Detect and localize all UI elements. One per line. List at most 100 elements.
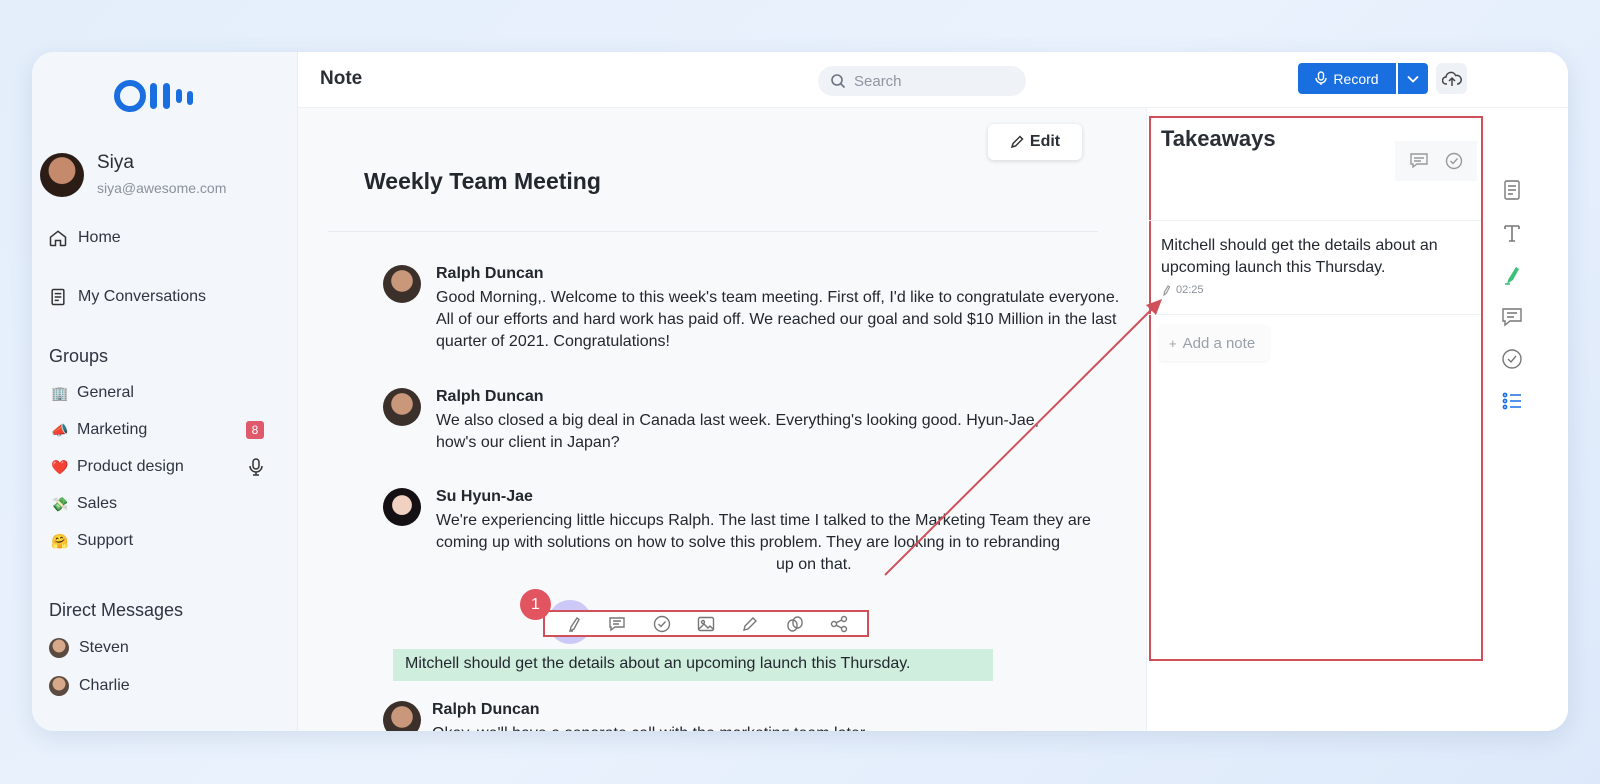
highlight-button[interactable] <box>562 613 584 635</box>
check-circle-icon <box>653 615 670 632</box>
group-label: Support <box>77 532 134 549</box>
top-header: Note Record <box>298 52 1568 108</box>
group-marketing[interactable]: 📣 Marketing 8 <box>49 421 264 439</box>
note-content: Edit Weekly Team Meeting Ralph Duncan Go… <box>298 108 1146 731</box>
divider <box>1149 314 1481 315</box>
mic-icon <box>1315 71 1328 85</box>
groups-title: Groups <box>49 346 109 366</box>
message-text: We're experiencing little hiccups Ralph.… <box>436 510 1106 576</box>
mic-icon <box>249 458 263 476</box>
search-bar[interactable] <box>818 66 1026 96</box>
annotation-frame <box>1149 116 1483 661</box>
money-icon: 💸 <box>51 495 69 512</box>
sidebar: Siya siya@awesome.com Home My Conversati… <box>32 52 298 731</box>
action-item-button[interactable] <box>651 613 673 635</box>
pencil-icon <box>743 616 758 631</box>
share-button[interactable] <box>828 613 850 635</box>
speaker-name: Su Hyun-Jae <box>436 488 533 505</box>
group-label: Sales <box>77 495 118 512</box>
add-note-button[interactable]: + Add a note <box>1159 325 1269 361</box>
user-avatar[interactable] <box>40 153 84 197</box>
speaker-name: Ralph Duncan <box>436 388 544 405</box>
takeaway-actions <box>1395 141 1477 181</box>
dm-charlie[interactable]: Charlie <box>49 676 264 696</box>
nav-home[interactable]: Home <box>48 228 121 248</box>
speaker-name: Ralph Duncan <box>432 701 540 718</box>
message-text-body: We're experiencing little hiccups Ralph.… <box>436 512 1091 551</box>
record-label: Record <box>1333 70 1379 87</box>
search-icon <box>831 74 846 89</box>
text-icon <box>1504 225 1520 242</box>
message-text: Good Morning,. Welcome to this week's te… <box>436 289 1120 350</box>
home-icon <box>49 230 67 247</box>
search-input[interactable] <box>854 72 1004 90</box>
group-label: Marketing <box>77 421 148 438</box>
rail-action-items-button[interactable] <box>1500 347 1524 371</box>
copy-button[interactable] <box>784 613 806 635</box>
group-sales[interactable]: 💸 Sales <box>49 495 264 513</box>
record-button[interactable]: Record <box>1298 63 1396 94</box>
app-window: Siya siya@awesome.com Home My Conversati… <box>32 52 1568 731</box>
group-support[interactable]: 🤗 Support <box>49 532 264 550</box>
comment-icon[interactable] <box>1409 152 1429 170</box>
rail-text-button[interactable] <box>1500 221 1524 245</box>
share-icon <box>830 615 848 632</box>
nav-my-conversations[interactable]: My Conversations <box>48 287 206 307</box>
comment-button[interactable] <box>606 613 628 635</box>
dm-label: Steven <box>79 639 129 656</box>
nav-home-label: Home <box>78 229 121 246</box>
speaker-avatar <box>383 265 421 303</box>
group-label: Product design <box>77 458 184 475</box>
chevron-down-icon <box>1407 75 1419 83</box>
add-note-label: Add a note <box>1182 334 1256 352</box>
group-product-design[interactable]: ❤️ Product design <box>49 458 264 476</box>
highlighter-icon <box>569 616 581 632</box>
list-icon <box>1502 392 1521 410</box>
group-general[interactable]: 🏢 General <box>49 384 264 402</box>
edit-text-button[interactable] <box>739 613 761 635</box>
direct-messages-title: Direct Messages <box>49 600 184 620</box>
right-toolbar <box>1486 108 1568 731</box>
timestamp-text: 02:25 <box>1176 284 1204 296</box>
highlighted-text[interactable]: Mitchell should get the details about an… <box>393 649 993 681</box>
highlighter-icon <box>1505 267 1519 285</box>
cloud-upload-icon <box>1441 71 1462 86</box>
takeaway-text[interactable]: Mitchell should get the details about an… <box>1161 235 1471 279</box>
rail-highlight-button[interactable] <box>1500 263 1524 287</box>
rail-comments-button[interactable] <box>1500 305 1524 329</box>
speaker-name: Ralph Duncan <box>436 265 544 282</box>
user-name: Siya <box>97 152 134 173</box>
plus-icon: + <box>1169 335 1177 351</box>
takeaways-panel: Takeaways Mitchell should get the detail… <box>1146 108 1486 731</box>
divider <box>328 231 1098 232</box>
takeaway-timestamp[interactable]: 02:25 <box>1161 284 1204 296</box>
dm-steven[interactable]: Steven <box>49 638 264 658</box>
takeaways-title: Takeaways <box>1161 126 1276 151</box>
dm-label: Charlie <box>79 677 130 694</box>
comment-icon <box>1502 308 1522 327</box>
selection-toolbar <box>543 610 869 637</box>
cloud-upload-button[interactable] <box>1436 63 1467 94</box>
divider <box>1149 220 1481 221</box>
copy-link-icon <box>786 615 803 632</box>
record-dropdown-button[interactable] <box>1398 63 1428 94</box>
otter-logo[interactable] <box>114 80 204 112</box>
nav-my-conversations-label: My Conversations <box>78 288 207 305</box>
highlighter-icon <box>1163 285 1171 296</box>
edit-button[interactable]: Edit <box>988 124 1082 160</box>
meeting-title: Weekly Team Meeting <box>364 168 601 194</box>
image-button[interactable] <box>695 613 717 635</box>
image-icon <box>697 616 715 631</box>
rail-notes-button[interactable] <box>1500 178 1524 202</box>
building-icon: 🏢 <box>51 384 69 401</box>
message-text-tail: up on that. <box>776 556 852 573</box>
rail-outline-button[interactable] <box>1500 389 1524 413</box>
check-circle-icon[interactable] <box>1445 152 1463 170</box>
page-title: Note <box>320 68 363 89</box>
pencil-icon <box>1010 135 1024 149</box>
megaphone-icon: 📣 <box>51 421 69 438</box>
avatar <box>49 676 69 696</box>
document-icon <box>1504 180 1520 200</box>
check-circle-icon <box>1502 349 1522 369</box>
user-email: siya@awesome.com <box>97 180 227 196</box>
